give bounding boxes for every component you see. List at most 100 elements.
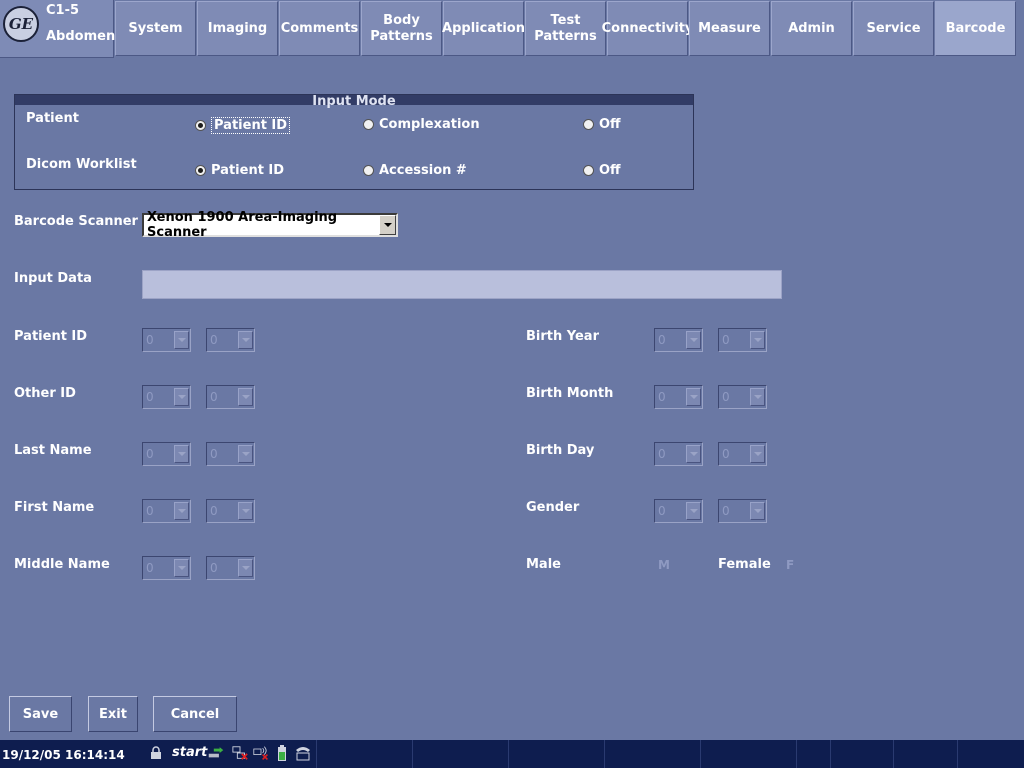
chevron-down-icon [241,395,250,399]
chevron-down-icon [689,395,698,399]
barcode-scanner-label: Barcode Scanner [14,214,138,229]
select-value: 0 [210,504,218,518]
dropdown-button[interactable] [238,331,253,349]
tab-imaging[interactable]: Imaging [197,1,278,56]
tab-application[interactable]: Application [442,1,525,56]
barcode-scanner-value: Xenon 1900 Area-Imaging Scanner [147,210,338,240]
tab-body-patterns[interactable]: Body Patterns [361,1,442,56]
gender-start-select[interactable]: 0 [654,499,703,523]
taskbar-slot [604,740,700,768]
chevron-down-icon [689,509,698,513]
dropdown-button[interactable] [174,445,189,463]
tab-service[interactable]: Service [853,1,934,56]
birth-year-start-select[interactable]: 0 [654,328,703,352]
dropdown-button[interactable] [750,331,765,349]
patient-radio-off[interactable]: Off [583,117,621,132]
tab-barcode[interactable]: Barcode [935,1,1016,56]
battery-icon[interactable] [274,745,290,761]
dropdown-button[interactable] [750,445,765,463]
tab-test-patterns[interactable]: Test Patterns [525,1,606,56]
save-button[interactable]: Save [9,696,72,732]
taskbar-slot [893,740,955,768]
select-value: 0 [722,390,730,404]
birth-day-start-select[interactable]: 0 [654,442,703,466]
radio-label: Patient ID [211,117,291,134]
dropdown-button[interactable] [686,388,701,406]
tab-comments[interactable]: Comments [279,1,360,56]
patient-radio-complexation[interactable]: Complexation [363,117,480,132]
tab-connectivity[interactable]: Connectivity [602,1,693,56]
dropdown-button[interactable] [238,388,253,406]
birth-day-label: Birth Day [526,443,595,458]
lock-icon[interactable] [148,745,164,761]
select-value: 0 [146,504,154,518]
birth-month-length-select[interactable]: 0 [718,385,767,409]
start-button[interactable]: start [172,745,207,760]
dropdown-button[interactable] [174,559,189,577]
select-value: 0 [658,504,666,518]
birth-month-start-select[interactable]: 0 [654,385,703,409]
female-code-field[interactable]: F [786,558,794,572]
dropdown-button[interactable] [686,502,701,520]
middle-name-length-select[interactable]: 0 [206,556,255,580]
dicom-radio-off[interactable]: Off [583,163,621,178]
exit-button[interactable]: Exit [88,696,138,732]
chevron-down-icon [241,566,250,570]
tab-measure[interactable]: Measure [689,1,770,56]
application-name: Abdomen [46,29,116,44]
birth-year-label: Birth Year [526,329,599,344]
dropdown-button[interactable] [750,388,765,406]
chevron-down-icon [177,566,186,570]
select-value: 0 [658,447,666,461]
patient-id-label: Patient ID [14,329,88,344]
first-name-start-select[interactable]: 0 [142,499,191,523]
first-name-length-select[interactable]: 0 [206,499,255,523]
patient-radio-patient-id[interactable]: Patient ID [195,117,291,134]
last-name-length-select[interactable]: 0 [206,442,255,466]
patient-id-length-select[interactable]: 0 [206,328,255,352]
last-name-start-select[interactable]: 0 [142,442,191,466]
radio-checked-icon [195,165,206,176]
tab-system[interactable]: System [115,1,196,56]
patient-id-start-select[interactable]: 0 [142,328,191,352]
barcode-scanner-select[interactable]: Xenon 1900 Area-Imaging Scanner [142,210,398,240]
dicom-radio-patient-id[interactable]: Patient ID [195,163,284,178]
patient-label: Patient [26,111,79,126]
select-value: 0 [722,447,730,461]
other-id-length-select[interactable]: 0 [206,385,255,409]
tab-admin[interactable]: Admin [771,1,852,56]
input-data-field[interactable] [142,270,782,299]
dropdown-button[interactable] [238,502,253,520]
radio-checked-icon [195,120,206,131]
cancel-button[interactable]: Cancel [153,696,237,732]
birth-day-length-select[interactable]: 0 [718,442,767,466]
dicom-radio-accession[interactable]: Accession # [363,163,467,178]
network-arrow-icon[interactable] [208,745,224,761]
male-code-field[interactable]: M [658,558,670,572]
dropdown-button[interactable] [238,559,253,577]
radio-unchecked-icon [583,119,594,130]
select-value: 0 [210,447,218,461]
dropdown-button[interactable] [686,445,701,463]
chevron-down-icon [177,338,186,342]
dropdown-button[interactable] [238,445,253,463]
dropdown-button[interactable] [174,331,189,349]
dropdown-button[interactable] [750,502,765,520]
dropdown-button[interactable] [174,388,189,406]
select-value: 0 [146,447,154,461]
other-id-start-select[interactable]: 0 [142,385,191,409]
middle-name-start-select[interactable]: 0 [142,556,191,580]
dropdown-button[interactable] [379,215,396,235]
ge-phone-icon[interactable] [294,745,312,761]
dropdown-button[interactable] [174,502,189,520]
radio-unchecked-icon [363,119,374,130]
network-disconnected-icon[interactable] [232,745,248,761]
wireless-disconnected-icon[interactable] [253,745,269,761]
radio-label: Accession # [379,163,467,178]
chevron-down-icon [241,509,250,513]
dropdown-button[interactable] [686,331,701,349]
birth-year-length-select[interactable]: 0 [718,328,767,352]
gender-length-select[interactable]: 0 [718,499,767,523]
taskbar-slot [796,740,828,768]
probe-info: GE C1-5 Abdomen [0,0,116,58]
